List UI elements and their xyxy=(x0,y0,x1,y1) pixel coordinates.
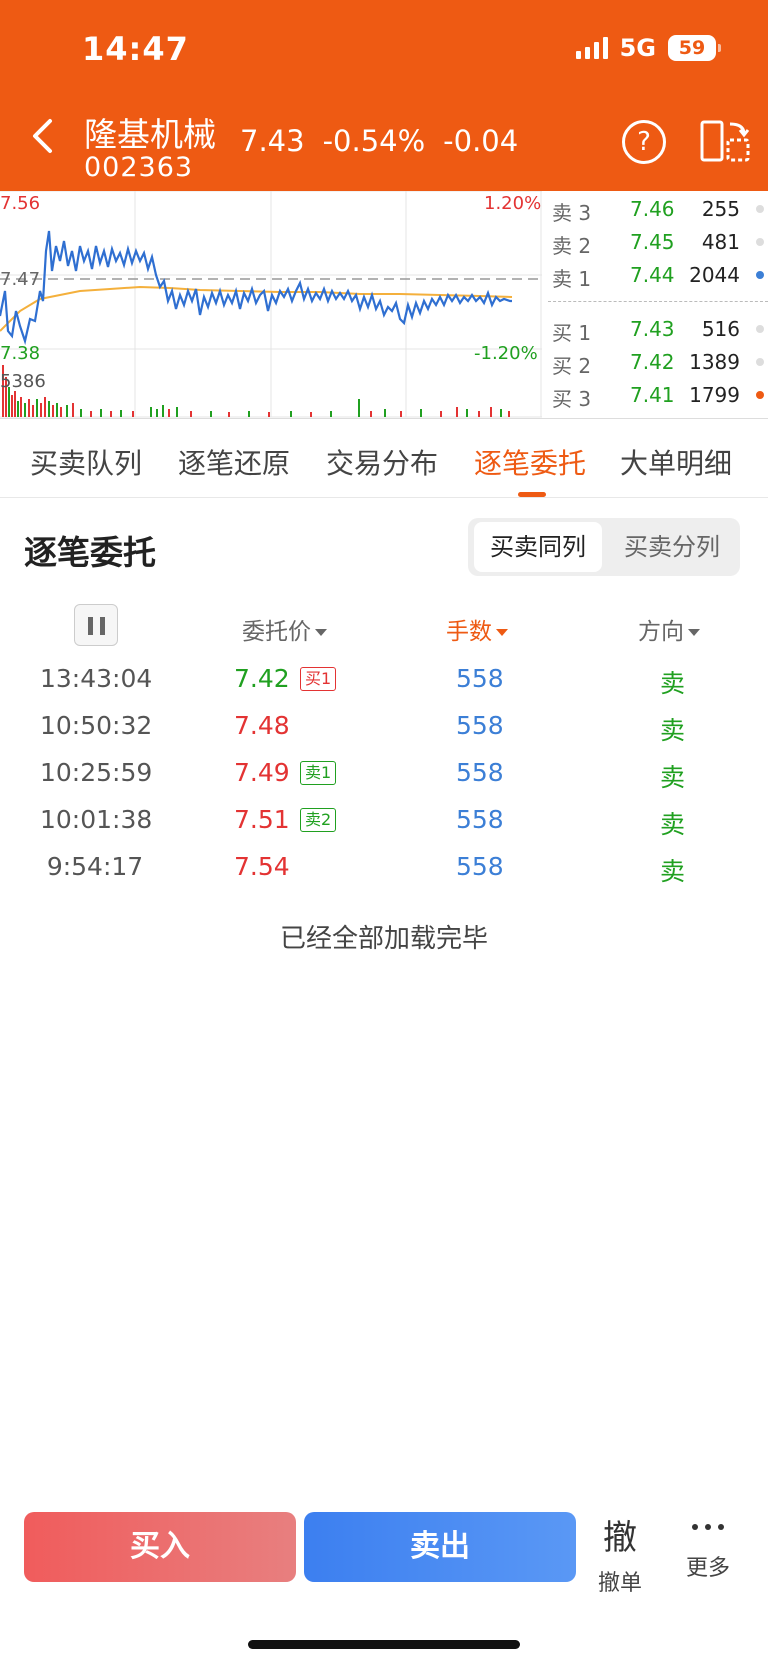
table-row[interactable]: 9:54:17 7.54 558 卖 xyxy=(0,852,768,898)
chart-low-label: 7.38 xyxy=(0,343,41,364)
intraday-chart-panel[interactable]: 7.56 7.47 7.38 1.20% -1.20% 5386 卖 3 7.4… xyxy=(0,191,768,419)
bid-row: 买 1 7.43 516 xyxy=(552,315,764,345)
pause-icon[interactable] xyxy=(74,604,118,646)
bid-dot-icon xyxy=(756,391,764,399)
price-column-header[interactable]: 委托价 xyxy=(242,612,327,646)
tab-large-orders[interactable]: 大单明细 xyxy=(620,442,732,482)
more-button[interactable]: 更多 xyxy=(678,1510,738,1582)
buy-button[interactable]: 买入 xyxy=(24,1512,296,1582)
ask-dot-icon xyxy=(756,205,764,213)
header: 14:47 5G 59 隆基机械 002363 7.43 -0.54% -0.0… xyxy=(0,0,768,191)
table-row[interactable]: 10:25:59 7.49 卖1 558 卖 xyxy=(0,758,768,804)
view-mode-toggle: 买卖同列 买卖分列 xyxy=(468,518,740,576)
direction-column-header[interactable]: 方向 xyxy=(638,612,700,646)
tab-trade-distribution[interactable]: 交易分布 xyxy=(326,442,438,482)
change-amount: -0.04 xyxy=(443,124,519,158)
bid-dot-icon xyxy=(756,325,764,333)
same-column-button[interactable]: 买卖同列 xyxy=(474,522,602,572)
cancel-order-icon: 撤 xyxy=(603,1518,637,1558)
stock-name: 隆基机械 xyxy=(84,115,216,154)
sort-caret-icon xyxy=(496,629,508,636)
sell-button[interactable]: 卖出 xyxy=(304,1512,576,1582)
tab-tick-restore[interactable]: 逐笔还原 xyxy=(178,442,290,482)
bid-dot-icon xyxy=(756,358,764,366)
ask-row: 卖 1 7.44 2044 xyxy=(552,261,764,291)
intraday-chart[interactable] xyxy=(0,191,542,419)
trade-bar: 买入 卖出 撤 撤单 更多 xyxy=(0,1500,768,1663)
ask-dot-icon xyxy=(756,271,764,279)
cancel-order-button[interactable]: 撤 撤单 xyxy=(590,1510,650,1597)
ask-row: 卖 3 7.46 255 xyxy=(552,195,764,225)
qty-column-header[interactable]: 手数 xyxy=(446,612,508,646)
signal-icon xyxy=(575,37,608,59)
network-type: 5G xyxy=(619,34,656,62)
queue-position-badge: 卖1 xyxy=(300,761,337,785)
quote-summary: 7.43 -0.54% -0.04 xyxy=(240,124,518,158)
average-line xyxy=(0,285,513,332)
bid-row: 买 2 7.42 1389 xyxy=(552,348,764,378)
home-indicator xyxy=(248,1640,520,1649)
chart-mid-label: 7.47 xyxy=(0,269,41,290)
battery-icon: 59 xyxy=(668,35,721,61)
chart-down-pct-label: -1.20% xyxy=(474,343,538,364)
load-complete-text: 已经全部加载完毕 xyxy=(279,924,488,954)
more-icon xyxy=(678,1510,738,1544)
sort-caret-icon xyxy=(315,629,327,636)
active-tab-indicator xyxy=(518,492,546,497)
table-row[interactable]: 13:43:04 7.42 买1 558 卖 xyxy=(0,664,768,710)
bid-row: 买 3 7.41 1799 xyxy=(552,381,764,411)
split-column-button[interactable]: 买卖分列 xyxy=(608,522,736,572)
status-time: 14:47 xyxy=(82,30,189,68)
help-button[interactable]: ? xyxy=(622,120,666,164)
queue-position-badge: 卖2 xyxy=(300,808,337,832)
current-price: 7.43 xyxy=(240,124,305,158)
change-percent: -0.54% xyxy=(322,124,426,158)
status-indicators: 5G 59 xyxy=(575,34,721,62)
price-line xyxy=(0,230,512,346)
tab-queue[interactable]: 买卖队列 xyxy=(30,442,142,482)
sort-caret-icon xyxy=(688,629,700,636)
ask-dot-icon xyxy=(756,238,764,246)
ask-row: 卖 2 7.45 481 xyxy=(552,228,764,258)
chart-volume-label: 5386 xyxy=(0,371,46,392)
switch-landscape-icon[interactable] xyxy=(700,118,750,164)
stock-code: 002363 xyxy=(84,152,194,183)
order-book-divider xyxy=(548,301,768,302)
chart-up-pct-label: 1.20% xyxy=(484,193,542,214)
table-row[interactable]: 10:01:38 7.51 卖2 558 卖 xyxy=(0,805,768,851)
volume-bars xyxy=(2,365,510,417)
chart-high-label: 7.56 xyxy=(0,193,41,214)
tab-tick-orders[interactable]: 逐笔委托 xyxy=(474,442,586,482)
section-title: 逐笔委托 xyxy=(24,533,156,572)
back-icon[interactable] xyxy=(30,118,56,154)
queue-position-badge: 买1 xyxy=(300,667,337,691)
detail-tabs: 买卖队列 逐笔还原 交易分布 逐笔委托 大单明细 xyxy=(0,420,768,498)
table-row[interactable]: 10:50:32 7.48 558 卖 xyxy=(0,711,768,757)
